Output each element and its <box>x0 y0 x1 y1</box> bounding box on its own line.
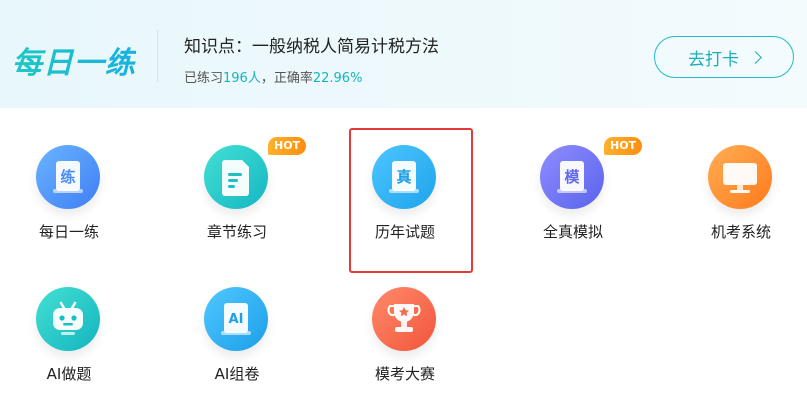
hot-badge: HOT <box>268 137 307 155</box>
exam-book-icon: 真 <box>372 145 436 209</box>
chevron-right-icon <box>749 50 762 64</box>
ai-book-icon: AI <box>204 287 268 351</box>
practice-stats: 已练习196人，正确率22.96% <box>184 67 362 86</box>
stats-rate: 22.96% <box>312 71 363 86</box>
grid-item-label: 章节练习 <box>206 223 267 241</box>
stats-count: 196人 <box>223 71 261 86</box>
grid-item-label: 模考大赛 <box>374 365 435 383</box>
grid-item-ai-paper[interactable]: AI AI组卷 <box>182 287 292 407</box>
trophy-icon <box>372 287 436 351</box>
brand-title: 每日一练 <box>12 38 136 82</box>
grid-item-computer-exam[interactable]: 机考系统 <box>686 145 796 265</box>
hot-badge: HOT <box>604 137 643 155</box>
grid-item-daily-practice[interactable]: 练 每日一练 <box>14 145 124 265</box>
grid-item-chapter-practice[interactable]: HOT 章节练习 <box>182 137 307 265</box>
icon-glyph: AI <box>229 312 244 327</box>
grid-item-label: 每日一练 <box>38 223 99 241</box>
practice-book-icon: 练 <box>36 145 100 209</box>
banner-divider <box>157 30 158 82</box>
robot-icon <box>36 287 100 351</box>
grid-item-label: 全真模拟 <box>542 223 603 241</box>
grid-item-label: 机考系统 <box>710 223 771 241</box>
document-icon <box>204 145 268 209</box>
grid-item-mock-contest[interactable]: 模考大赛 <box>350 287 460 407</box>
checkin-label: 去打卡 <box>688 49 739 70</box>
grid-item-label: AI做题 <box>46 365 92 383</box>
grid-item-label: 历年试题 <box>374 223 435 241</box>
icon-glyph: 模 <box>564 168 580 186</box>
grid-item-ai-practice[interactable]: AI做题 <box>14 287 124 407</box>
daily-practice-banner: 每日一练 知识点：一般纳税人简易计税方法 已练习196人，正确率22.96% 去… <box>0 0 807 108</box>
stats-middle: ，正确率 <box>260 71 313 86</box>
monitor-icon <box>708 145 772 209</box>
grid-item-full-mock[interactable]: 模 HOT 全真模拟 <box>518 137 643 265</box>
knowledge-point-title: 知识点：一般纳税人简易计税方法 <box>184 37 439 57</box>
mock-book-icon: 模 <box>540 145 604 209</box>
grid-item-label: AI组卷 <box>214 365 260 383</box>
stats-prefix: 已练习 <box>184 71 224 86</box>
checkin-button[interactable]: 去打卡 <box>654 36 794 78</box>
grid-item-past-exams[interactable]: 真 历年试题 <box>350 145 460 265</box>
icon-glyph: 真 <box>396 168 411 186</box>
icon-glyph: 练 <box>60 168 75 186</box>
